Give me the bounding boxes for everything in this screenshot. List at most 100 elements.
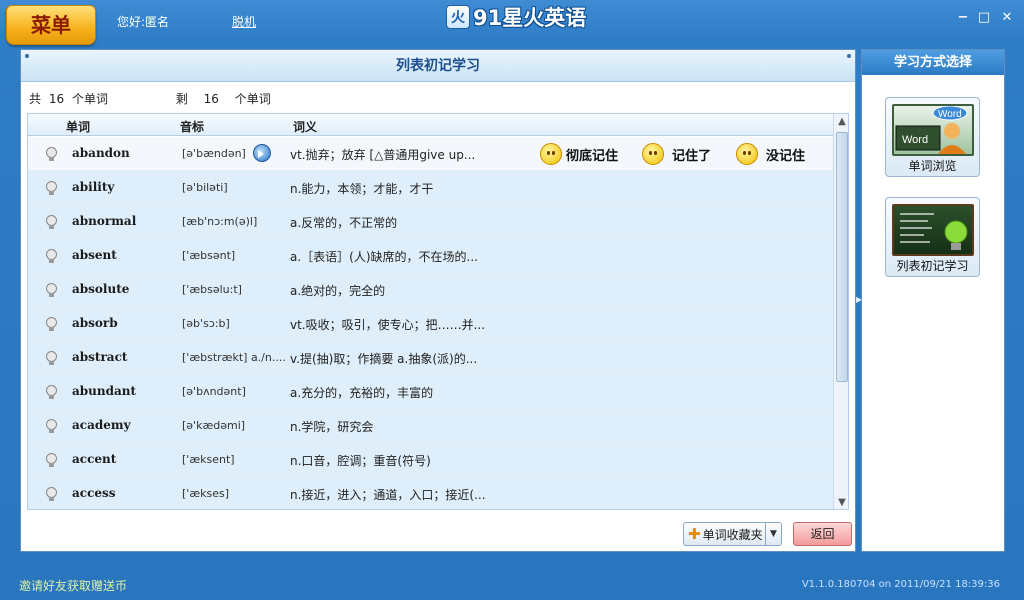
remain-suffix: 个单词 (234, 92, 271, 106)
panel-title: 列表初记学习 (396, 58, 480, 74)
word-browse-icon: Word Word (895, 106, 968, 154)
rate-not-remembered-button[interactable]: 没记住 (736, 142, 805, 166)
table-row[interactable]: absent ['æbsənt] a.［表语］(人)缺席的，不在场的... (28, 239, 833, 273)
table-row[interactable]: absorb [əb'sɔ:b] vt.吸收；吸引，使专心；把……并... (28, 307, 833, 341)
sidebar-title: 学习方式选择 (862, 50, 1004, 75)
meaning-cell: a.［表语］(人)缺席的，不在场的... (290, 250, 478, 264)
rate-label: 彻底记住 (566, 148, 619, 164)
lightbulb-icon[interactable] (45, 181, 58, 196)
greeting-text: 您好:匿名 (117, 15, 170, 29)
lightbulb-icon[interactable] (45, 147, 58, 162)
lightbulb-icon[interactable] (45, 453, 58, 468)
rate-fully-remembered-button[interactable]: 彻底记住 (540, 142, 618, 166)
menu-button[interactable]: 菜单 (6, 5, 96, 45)
phonetic-cell: [ə'biləti] (182, 181, 228, 194)
word-cell: accent (72, 452, 117, 466)
mode-label: 单词浏览 (908, 159, 957, 173)
scroll-thumb[interactable] (836, 132, 848, 382)
word-cell: abnormal (72, 214, 137, 228)
word-cell: absorb (72, 316, 118, 330)
word-cell: absolute (72, 282, 130, 296)
invite-link[interactable]: 邀请好友获取赠送币 (19, 577, 127, 594)
close-button[interactable]: ✕ (999, 10, 1015, 26)
back-button[interactable]: 返回 (793, 522, 852, 546)
maximize-button[interactable]: □ (976, 10, 992, 26)
meaning-cell: n.接近，进入；通道，入口；接近(... (290, 488, 486, 502)
word-table: 单词 音标 词义 abandon [ə'bændən] vt.抛弃；放弃 [△普通用… (27, 113, 849, 510)
mode-list-study[interactable]: 列表初记学习 (885, 197, 980, 277)
total-prefix: 共 (29, 92, 42, 106)
phonetic-cell: ['æksent] (182, 453, 235, 466)
table-row[interactable]: ability [ə'biləti] n.能力，本领；才能，才干 (28, 171, 833, 205)
column-header-phonetic[interactable]: 音标 (180, 118, 204, 135)
chevron-down-icon[interactable]: ▼ (765, 523, 781, 545)
table-row[interactable]: abnormal [æb'nɔ:m(ə)l] a.反常的，不正常的 (28, 205, 833, 239)
favorites-label: 单词收藏夹 (702, 527, 763, 542)
table-row[interactable]: abandon [ə'bændən] vt.抛弃；放弃 [△普通用give up..… (28, 137, 833, 171)
list-study-panel: 列表初记学习 共 16 个单词 剩 16 个单词 单词 音标 词义 abando… (20, 49, 856, 552)
remain-count: 16 (203, 92, 219, 106)
favorites-button[interactable]: ✚ 单词收藏夹 ▼ (683, 522, 782, 546)
table-row[interactable]: accent ['æksent] n.口音，腔调；重音(符号) (28, 443, 833, 477)
remain-prefix: 剩 (175, 92, 188, 106)
word-cell: abandon (72, 146, 130, 160)
lightbulb-icon[interactable] (45, 487, 58, 502)
meaning-cell: a.充分的，充裕的，丰富的 (290, 386, 434, 400)
scroll-up-icon[interactable]: ▲ (834, 114, 848, 130)
corner-dot (25, 54, 29, 58)
panel-header: 列表初记学习 (21, 50, 855, 82)
plus-icon: ✚ (688, 525, 701, 543)
smile-face-icon (642, 143, 664, 165)
mode-word-browse[interactable]: Word Word 单词浏览 (885, 97, 980, 177)
rate-label: 记住了 (672, 148, 712, 164)
app-logo-icon: 火 (446, 5, 470, 29)
table-row[interactable]: access ['ækses] n.接近，进入；通道，入口；接近(... (28, 477, 833, 509)
word-cell: abundant (72, 384, 137, 398)
table-scrollbar[interactable]: ▲ ▼ (833, 114, 848, 509)
study-mode-sidebar: 学习方式选择 Word Word 单词浏览 列表初记学习 (861, 49, 1005, 552)
table-row[interactable]: academy [ə'kædəmi] n.学院，研究会 (28, 409, 833, 443)
meaning-cell: v.提(抽)取；作摘要 a.抽象(派)的... (290, 352, 478, 366)
lightbulb-icon[interactable] (45, 385, 58, 400)
meaning-cell: n.学院，研究会 (290, 420, 374, 434)
lightbulb-icon[interactable] (45, 351, 58, 366)
minimize-button[interactable]: − (955, 10, 971, 26)
title-bar: 菜单 您好:匿名 脱机 火 91星火英语 − □ ✕ (0, 0, 1024, 45)
word-browse-art: Word Word (892, 104, 974, 156)
meaning-cell: n.口音，腔调；重音(符号) (290, 454, 431, 468)
rate-label: 没记住 (766, 148, 806, 164)
column-header-meaning[interactable]: 词义 (293, 118, 317, 135)
corner-dot (847, 54, 851, 58)
phonetic-cell: ['æbstrækt] a./n.... (182, 351, 286, 364)
art-word-bubble: Word (938, 109, 962, 120)
meaning-cell: a.反常的，不正常的 (290, 216, 398, 230)
art-word-label: Word (902, 134, 928, 146)
total-count: 16 (48, 92, 65, 106)
word-cell: access (72, 486, 116, 500)
phonetic-cell: ['æbsənt] (182, 249, 236, 262)
speaker-icon[interactable] (253, 144, 271, 162)
table-header: 单词 音标 词义 (28, 114, 848, 136)
table-row[interactable]: abundant [ə'bʌndənt] a.充分的，充裕的，丰富的 (28, 375, 833, 409)
column-header-word[interactable]: 单词 (66, 118, 90, 135)
word-cell: abstract (72, 350, 128, 364)
lightbulb-icon[interactable] (45, 419, 58, 434)
scroll-down-icon[interactable]: ▼ (834, 495, 848, 509)
phonetic-cell: [ə'kædəmi] (182, 419, 246, 432)
phonetic-cell: ['ækses] (182, 487, 230, 500)
phonetic-cell: ['æbsəlu:t] (182, 283, 242, 296)
table-row[interactable]: abstract ['æbstrækt] a./n.... v.提(抽)取；作摘要 … (28, 341, 833, 375)
lightbulb-icon[interactable] (45, 249, 58, 264)
word-counts: 共 16 个单词 剩 16 个单词 (29, 90, 271, 107)
lightbulb-icon[interactable] (45, 317, 58, 332)
lightbulb-icon[interactable] (45, 215, 58, 230)
word-cell: absent (72, 248, 117, 262)
meaning-cell: n.能力，本领；才能，才干 (290, 182, 434, 196)
app-logo: 火 91星火英语 (446, 3, 586, 31)
phonetic-cell: [əb'sɔ:b] (182, 317, 230, 330)
lightbulb-icon[interactable] (45, 283, 58, 298)
table-row[interactable]: absolute ['æbsəlu:t] a.绝对的，完全的 (28, 273, 833, 307)
rate-remembered-button[interactable]: 记住了 (642, 142, 711, 166)
offline-link[interactable]: 脱机 (232, 13, 256, 30)
grin-face-icon (540, 143, 562, 165)
